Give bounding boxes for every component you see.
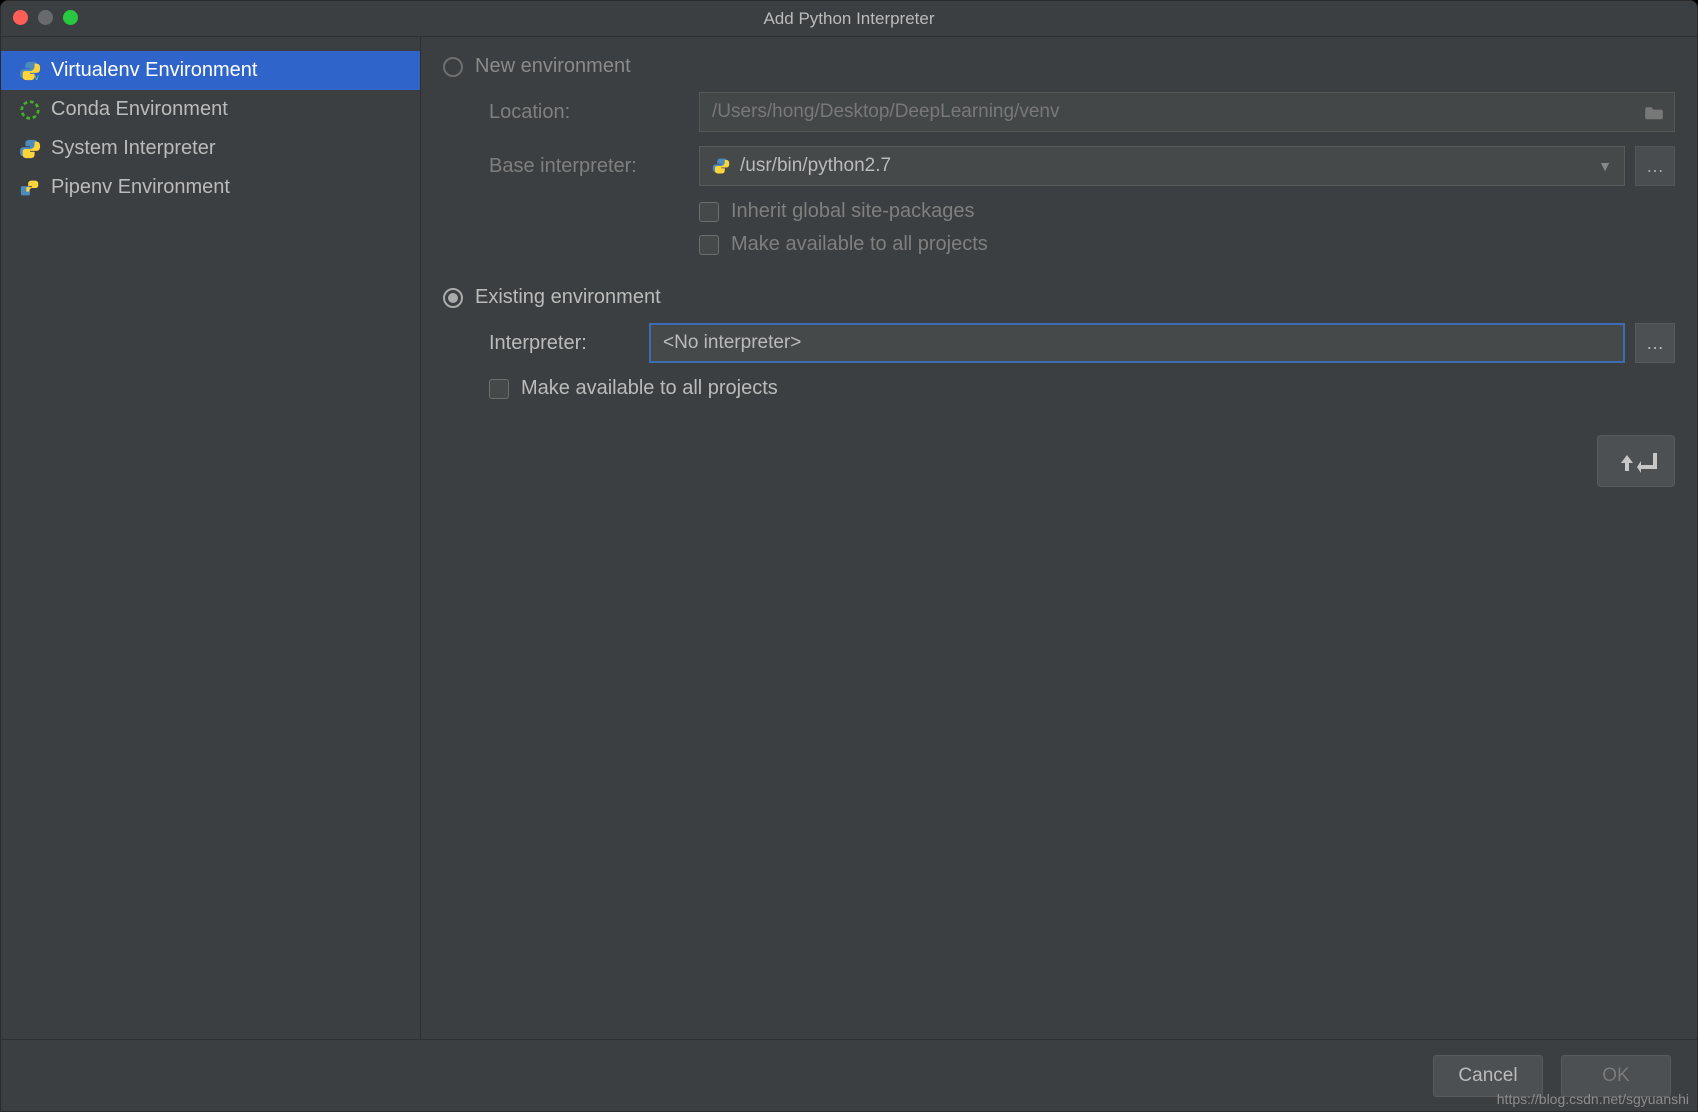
zoom-window-button[interactable] <box>63 10 78 25</box>
inherit-packages-row[interactable]: Inherit global site-packages <box>699 200 1675 223</box>
new-environment-radio-row[interactable]: New environment <box>443 55 1675 78</box>
shortcut-hint-badge <box>1597 435 1675 487</box>
location-label: Location: <box>489 101 699 124</box>
sidebar-item-virtualenv[interactable]: v Virtualenv Environment <box>1 51 420 90</box>
interpreter-browse-button[interactable]: … <box>1635 323 1675 363</box>
location-value: /Users/hong/Desktop/DeepLearning/venv <box>712 101 1059 123</box>
dialog-footer: Cancel OK <box>1 1039 1697 1111</box>
python-venv-icon: v <box>19 60 41 82</box>
chevron-down-icon: ▼ <box>1598 158 1612 174</box>
existing-environment-label: Existing environment <box>475 286 661 309</box>
existing-environment-form: Interpreter: <No interpreter> … Make ava… <box>489 323 1675 400</box>
python-icon <box>19 138 41 160</box>
existing-available-all-label: Make available to all projects <box>521 377 778 400</box>
svg-text:v: v <box>35 73 40 82</box>
new-environment-form: Location: /Users/hong/Desktop/DeepLearni… <box>489 92 1675 256</box>
cancel-button-label: Cancel <box>1458 1065 1517 1087</box>
sidebar-item-label: Pipenv Environment <box>51 176 230 199</box>
browse-folder-icon[interactable] <box>1644 104 1664 120</box>
existing-available-all-checkbox[interactable] <box>489 379 509 399</box>
ok-button-label: OK <box>1602 1065 1629 1087</box>
dialog-body: v Virtualenv Environment Conda Environme… <box>1 37 1697 1039</box>
interpreter-dropdown[interactable]: <No interpreter> <box>649 323 1625 363</box>
new-env-available-all-row[interactable]: Make available to all projects <box>699 233 1675 256</box>
base-interpreter-value: /usr/bin/python2.7 <box>740 155 891 177</box>
close-window-button[interactable] <box>13 10 28 25</box>
base-interpreter-browse-button[interactable]: … <box>1635 146 1675 186</box>
new-environment-radio[interactable] <box>443 57 463 77</box>
interpreter-value: <No interpreter> <box>663 332 801 354</box>
existing-environment-radio-row[interactable]: Existing environment <box>443 286 1675 309</box>
interpreter-row: Interpreter: <No interpreter> … <box>489 323 1675 363</box>
existing-environment-radio[interactable] <box>443 288 463 308</box>
python-icon <box>712 157 730 175</box>
interpreter-type-sidebar: v Virtualenv Environment Conda Environme… <box>1 37 421 1039</box>
minimize-window-button[interactable] <box>38 10 53 25</box>
main-panel: New environment Location: /Users/hong/De… <box>421 37 1697 1039</box>
watermark-text: https://blog.csdn.net/sgyuanshi <box>1497 1091 1689 1107</box>
new-env-available-all-label: Make available to all projects <box>731 233 988 256</box>
sidebar-item-label: Conda Environment <box>51 98 228 121</box>
base-interpreter-label: Base interpreter: <box>489 155 699 178</box>
sidebar-item-conda[interactable]: Conda Environment <box>1 90 420 129</box>
location-field[interactable]: /Users/hong/Desktop/DeepLearning/venv <box>699 92 1675 132</box>
base-interpreter-row: Base interpreter: /usr/bin/python2.7 ▼ … <box>489 146 1675 186</box>
interpreter-label: Interpreter: <box>489 332 649 355</box>
new-environment-label: New environment <box>475 55 631 78</box>
pipenv-icon <box>19 177 41 199</box>
inherit-packages-checkbox[interactable] <box>699 202 719 222</box>
dialog-title: Add Python Interpreter <box>763 9 934 29</box>
sidebar-item-label: System Interpreter <box>51 137 216 160</box>
sidebar-item-label: Virtualenv Environment <box>51 59 257 82</box>
conda-icon <box>19 99 41 121</box>
sidebar-item-pipenv[interactable]: Pipenv Environment <box>1 168 420 207</box>
new-env-available-all-checkbox[interactable] <box>699 235 719 255</box>
inherit-packages-label: Inherit global site-packages <box>731 200 974 223</box>
titlebar: Add Python Interpreter <box>1 1 1697 37</box>
base-interpreter-dropdown[interactable]: /usr/bin/python2.7 ▼ <box>699 146 1625 186</box>
window-controls <box>13 10 78 25</box>
location-row: Location: /Users/hong/Desktop/DeepLearni… <box>489 92 1675 132</box>
existing-available-all-row[interactable]: Make available to all projects <box>489 377 1675 400</box>
dialog-window: Add Python Interpreter v Virtualenv Envi… <box>0 0 1698 1112</box>
shift-enter-icon <box>1613 447 1659 475</box>
sidebar-item-system[interactable]: System Interpreter <box>1 129 420 168</box>
